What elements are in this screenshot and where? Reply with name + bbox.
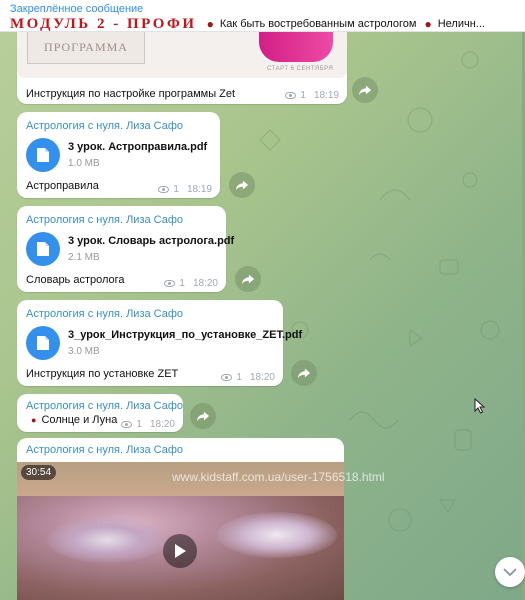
message-meta: 1 18:20 [164, 278, 218, 289]
share-button[interactable] [229, 172, 255, 198]
message-caption: Астроправила [26, 180, 99, 192]
views-count: 1 [300, 90, 306, 101]
message-time: 18:20 [149, 419, 175, 430]
message-sender[interactable]: Астрология с нуля. Лиза Сафо [26, 214, 183, 226]
share-button[interactable] [190, 403, 216, 429]
file-icon[interactable] [26, 326, 60, 360]
pinned-item: Неличн... [437, 18, 485, 30]
message-meta: 1 18:19 [285, 90, 339, 101]
file-size: 1.0 MB [68, 158, 100, 169]
views-count: 1 [173, 184, 179, 195]
message-bubble-video[interactable]: Астрология с нуля. Лиза Сафо 30:54 [17, 438, 344, 600]
file-name[interactable]: 3 урок. Астроправила.pdf [68, 141, 207, 153]
message-caption: Инструкция по настройке программы Zet [26, 88, 236, 100]
message-bubble-image[interactable]: ПРОГРАММА СТАРТ 6 СЕНТЯБРЯ Инструкция по… [17, 32, 347, 104]
share-button[interactable] [235, 266, 261, 292]
views-count: 1 [179, 278, 185, 289]
message-sender[interactable]: Астрология с нуля. Лиза Сафо [26, 400, 183, 412]
views-icon [121, 421, 133, 428]
message-sender[interactable]: Астрология с нуля. Лиза Сафо [26, 308, 183, 320]
share-arrow-icon [235, 180, 249, 191]
message-time: 18:20 [249, 372, 275, 383]
views-icon [221, 374, 233, 381]
views-icon [164, 280, 176, 287]
promo-start-date: СТАРТ 6 СЕНТЯБРЯ [267, 66, 334, 72]
message-sender[interactable]: Астрология с нуля. Лиза Сафо [26, 444, 183, 456]
scroll-to-bottom-button[interactable] [495, 557, 525, 587]
message-time: 18:20 [192, 278, 218, 289]
message-meta: 1 18:19 [158, 184, 212, 195]
bullet-icon: ● [424, 17, 432, 31]
file-name[interactable]: 3 урок. Словарь астролога.pdf [68, 235, 234, 247]
share-button[interactable] [291, 360, 317, 386]
message-time: 18:19 [186, 184, 212, 195]
video-frame-region [217, 512, 337, 558]
pinned-message-preview: МОДУЛЬ 2 - ПРОФИ ● Как быть востребованн… [10, 16, 515, 32]
views-icon [158, 186, 170, 193]
message-sender[interactable]: Астрология с нуля. Лиза Сафо [26, 120, 183, 132]
file-icon[interactable] [26, 232, 60, 266]
message-bubble-file[interactable]: Астрология с нуля. Лиза Сафо 3 урок. Аст… [17, 112, 220, 198]
message-text: ● Солнце и Луна [31, 414, 117, 426]
views-count: 1 [236, 372, 242, 383]
message-bubble-file[interactable]: Астрология с нуля. Лиза Сафо 3_урок_Инст… [17, 300, 302, 386]
message-text-content: Солнце и Луна [41, 414, 118, 426]
message-meta: 1 18:20 [221, 372, 275, 383]
views-count: 1 [136, 419, 142, 430]
message-caption: Словарь астролога [26, 274, 125, 286]
message-meta: 1 18:20 [121, 419, 175, 430]
pinned-message-bar[interactable]: Закреплённое сообщение МОДУЛЬ 2 - ПРОФИ … [0, 0, 525, 32]
bullet-icon: ● [206, 17, 214, 31]
promo-image[interactable]: ПРОГРАММА СТАРТ 6 СЕНТЯБРЯ [17, 32, 347, 78]
message-bubble-text[interactable]: Астрология с нуля. Лиза Сафо ● Солнце и Л… [17, 394, 183, 432]
share-button[interactable] [352, 77, 378, 103]
file-name[interactable]: 3_урок_Инструкция_по_установке_ZET.pdf [68, 329, 302, 341]
file-icon[interactable] [26, 138, 60, 172]
watermark-text: www.kidstaff.com.ua/user-1756518.html [172, 470, 385, 484]
play-button[interactable] [163, 534, 197, 568]
chevron-down-icon [503, 568, 517, 577]
message-caption: Инструкция по установке ZET [26, 368, 179, 380]
pinned-item: Как быть востребованным астрологом [219, 18, 417, 30]
mouse-cursor-icon [474, 398, 486, 414]
pinned-brand-text: МОДУЛЬ 2 - ПРОФИ [10, 16, 197, 32]
message-time: 18:19 [313, 90, 339, 101]
file-size: 3.0 MB [68, 346, 100, 357]
message-bubble-file[interactable]: Астрология с нуля. Лиза Сафо 3 урок. Сло… [17, 206, 234, 292]
share-arrow-icon [196, 411, 210, 422]
pinned-message-title: Закреплённое сообщение [10, 3, 144, 15]
share-arrow-icon [241, 274, 255, 285]
file-size: 2.1 MB [68, 252, 100, 263]
promo-program-label: ПРОГРАММА [27, 32, 145, 64]
promo-figure [259, 32, 333, 62]
share-arrow-icon [297, 368, 311, 379]
play-icon [175, 544, 186, 558]
views-icon [285, 92, 297, 99]
video-duration: 30:54 [21, 465, 57, 480]
share-arrow-icon [358, 85, 372, 96]
bullet-icon: ● [31, 415, 37, 425]
video-frame-region [47, 517, 167, 563]
